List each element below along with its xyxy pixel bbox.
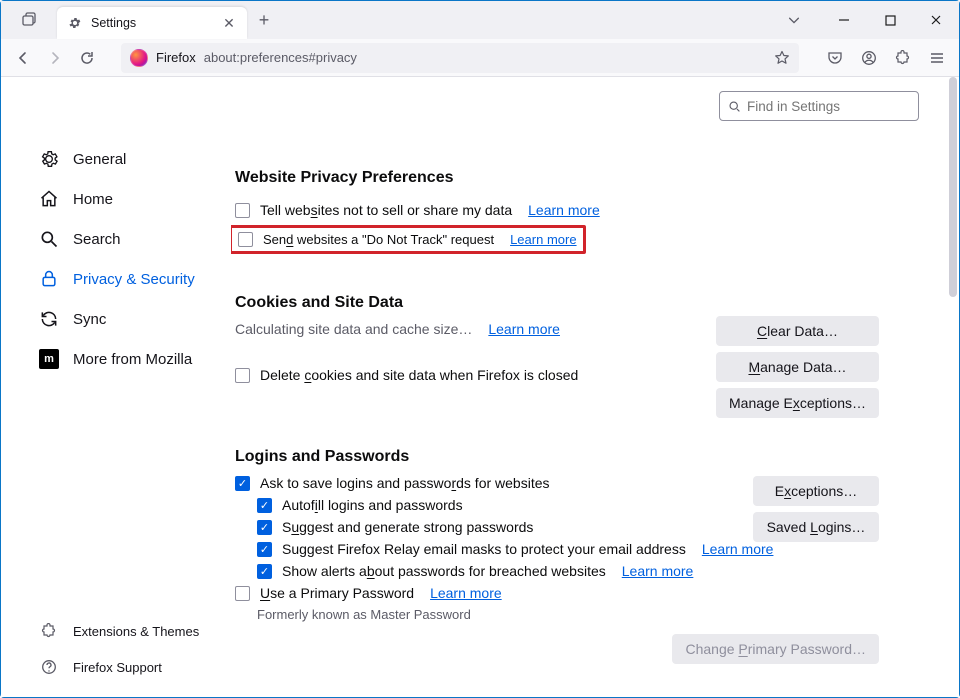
checkbox-label: Autofill logins and passwords <box>282 497 463 513</box>
extensions-button[interactable] <box>887 42 919 74</box>
search-icon <box>39 229 59 249</box>
reload-icon <box>79 50 95 66</box>
menu-button[interactable] <box>921 42 953 74</box>
home-icon <box>39 189 59 209</box>
minimize-button[interactable] <box>821 1 867 39</box>
sidebar-item-label: General <box>73 151 126 168</box>
checkbox-ask-save[interactable]: ✓ <box>235 476 250 491</box>
checkbox-label: Ask to save logins and passwords for web… <box>260 475 550 491</box>
learn-more-link[interactable]: Learn more <box>622 563 694 579</box>
checkbox-label: Tell websites not to sell or share my da… <box>260 202 512 218</box>
learn-more-link[interactable]: Learn more <box>528 202 600 218</box>
learn-more-link[interactable]: Learn more <box>430 585 502 601</box>
formerly-label: Formerly known as Master Password <box>257 607 471 622</box>
back-button[interactable] <box>7 42 39 74</box>
main-content: Website Privacy Preferences Tell website… <box>231 77 959 697</box>
new-tab-button[interactable]: + <box>247 10 281 31</box>
tab-settings[interactable]: Settings ✕ <box>57 7 247 39</box>
url-bar[interactable]: Firefox about:preferences#privacy <box>121 43 799 73</box>
chevron-down-icon <box>787 13 801 27</box>
sidebar-item-label: Sync <box>73 311 106 328</box>
privacy-heading: Website Privacy Preferences <box>235 169 919 187</box>
recent-tabs-button[interactable] <box>1 1 57 39</box>
tabs-dropdown-button[interactable] <box>787 13 821 27</box>
learn-more-link[interactable]: Learn more <box>510 232 576 247</box>
manage-exceptions-button[interactable]: Manage Exceptions… <box>716 388 879 418</box>
checkbox-autofill[interactable]: ✓ <box>257 498 272 513</box>
hamburger-icon <box>929 50 945 66</box>
cookies-calc: Calculating site data and cache size… <box>235 321 472 337</box>
sidebar-extensions[interactable]: Extensions & Themes <box>1 613 231 649</box>
highlight-box: Send websites a "Do Not Track" request L… <box>231 225 586 254</box>
puzzle-icon <box>895 50 911 66</box>
saved-logins-button[interactable]: Saved Logins… <box>753 512 879 542</box>
arrow-left-icon <box>15 50 31 66</box>
sidebar-item-label: Home <box>73 191 113 208</box>
checkbox-dnt[interactable] <box>238 232 253 247</box>
url-text: about:preferences#privacy <box>204 50 766 65</box>
puzzle-icon <box>39 621 59 641</box>
close-window-button[interactable] <box>913 1 959 39</box>
close-tab-button[interactable]: ✕ <box>221 15 237 32</box>
pocket-button[interactable] <box>819 42 851 74</box>
checkbox-label: Suggest and generate strong passwords <box>282 519 533 535</box>
scrollbar[interactable] <box>949 77 957 297</box>
gear-icon <box>67 15 83 31</box>
sidebar-item-sync[interactable]: Sync <box>1 299 231 339</box>
checkbox-label: Suggest Firefox Relay email masks to pro… <box>282 541 686 557</box>
sidebar-item-label: Firefox Support <box>73 660 162 675</box>
search-icon <box>728 100 741 113</box>
sidebar-item-label: Privacy & Security <box>73 271 195 288</box>
manage-data-button[interactable]: Manage Data… <box>716 352 879 382</box>
change-primary-button: Change Primary Password… <box>672 634 879 664</box>
settings-search[interactable] <box>719 91 919 121</box>
checkbox-label: Send websites a "Do Not Track" request <box>263 232 494 247</box>
sidebar-item-search[interactable]: Search <box>1 219 231 259</box>
checkbox-dont-sell[interactable] <box>235 203 250 218</box>
clear-data-button[interactable]: Clear Data… <box>716 316 879 346</box>
help-icon <box>39 657 59 677</box>
logins-heading: Logins and Passwords <box>235 448 919 466</box>
reload-button[interactable] <box>71 42 103 74</box>
firefox-icon <box>130 49 148 67</box>
sidebar-item-label: Search <box>73 231 121 248</box>
lock-icon <box>39 269 59 289</box>
star-icon <box>774 50 790 66</box>
settings-search-input[interactable] <box>747 99 924 114</box>
maximize-button[interactable] <box>867 1 913 39</box>
cookies-heading: Cookies and Site Data <box>235 294 919 312</box>
arrow-right-icon <box>47 50 63 66</box>
pocket-icon <box>827 50 843 66</box>
checkbox-primary-password[interactable] <box>235 586 250 601</box>
sidebar-item-label: Extensions & Themes <box>73 624 199 639</box>
learn-more-link[interactable]: Learn more <box>702 541 774 557</box>
gear-icon <box>39 149 59 169</box>
learn-more-link[interactable]: Learn more <box>488 321 560 337</box>
account-button[interactable] <box>853 42 885 74</box>
identity-label: Firefox <box>156 50 196 65</box>
tab-label: Settings <box>91 16 221 30</box>
sidebar-item-home[interactable]: Home <box>1 179 231 219</box>
checkbox-delete-close[interactable] <box>235 368 250 383</box>
checkbox-relay[interactable]: ✓ <box>257 542 272 557</box>
checkbox-suggest-strong[interactable]: ✓ <box>257 520 272 535</box>
sidebar-item-label: More from Mozilla <box>73 351 192 368</box>
sync-icon <box>39 309 59 329</box>
forward-button[interactable] <box>39 42 71 74</box>
sidebar-item-more[interactable]: m More from Mozilla <box>1 339 231 379</box>
logins-exceptions-button[interactable]: Exceptions… <box>753 476 879 506</box>
mozilla-icon: m <box>39 349 59 369</box>
sidebar-support[interactable]: Firefox Support <box>1 649 231 685</box>
checkbox-label: Show alerts about passwords for breached… <box>282 563 606 579</box>
checkbox-label: Delete cookies and site data when Firefo… <box>260 367 578 383</box>
sidebar-item-privacy[interactable]: Privacy & Security <box>1 259 231 299</box>
account-icon <box>861 50 877 66</box>
checkbox-label: Use a Primary Password <box>260 585 414 601</box>
sidebar: General Home Search Privacy & Security S… <box>1 77 231 697</box>
checkbox-breach[interactable]: ✓ <box>257 564 272 579</box>
sidebar-item-general[interactable]: General <box>1 139 231 179</box>
tabs-icon <box>21 12 37 28</box>
bookmark-button[interactable] <box>774 50 790 66</box>
